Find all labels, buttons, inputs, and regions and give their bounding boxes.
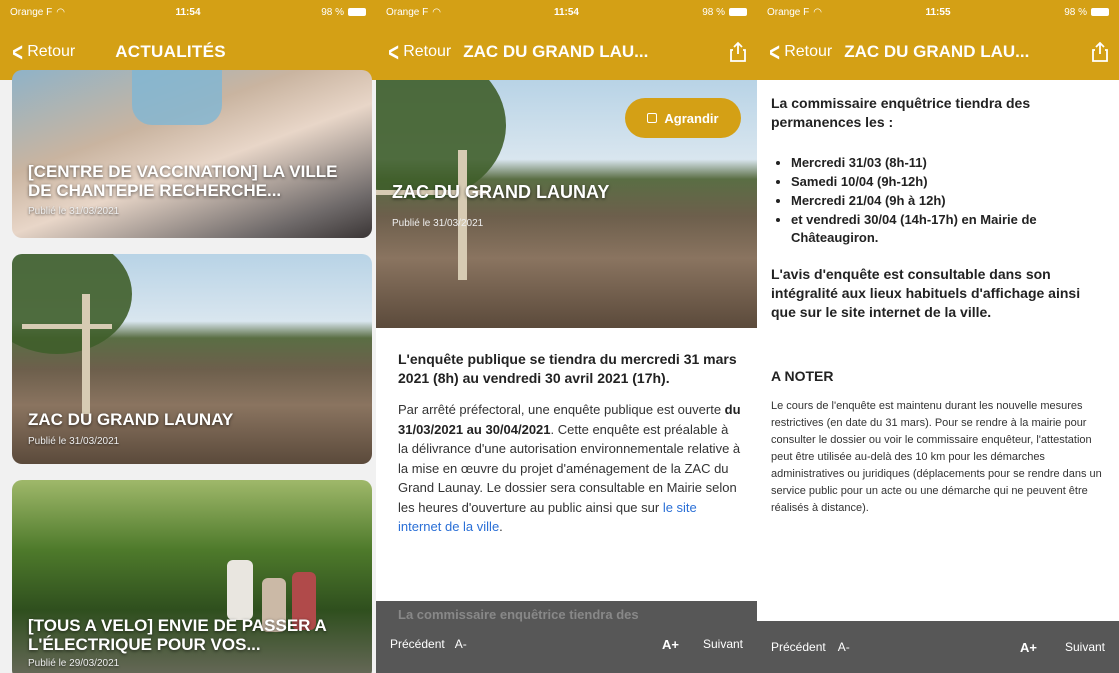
card-title: [TOUS A VELO] ENVIE DE PASSER A L'ÉLECTR… <box>28 616 327 654</box>
screen-article-continued: Orange F ◠ 11:55 98 % < Retour ZAC DU GRA… <box>757 0 1119 673</box>
nav-bar: < Retour ZAC DU GRAND LAU... <box>757 24 1119 80</box>
card-date: Publié le 29/03/2021 <box>28 658 120 669</box>
hero-title: ZAC DU GRAND LAUNAY <box>392 182 610 202</box>
next-button[interactable]: Suivant <box>703 637 743 651</box>
hero-date: Publié le 31/03/2021 <box>392 218 484 229</box>
news-feed[interactable]: [CENTRE DE VACCINATION] LA VILLE DE CHAN… <box>0 70 376 673</box>
status-bar: Orange F ◠ 11:55 98 % <box>757 0 1119 24</box>
expand-icon <box>647 113 658 123</box>
hero-image-detail <box>458 150 467 280</box>
paragraph-text: . <box>499 519 503 534</box>
chevron-left-icon: < <box>12 37 23 67</box>
page-title: ZAC DU GRAND LAU... <box>844 42 1030 61</box>
battery-icon <box>348 7 367 16</box>
news-card[interactable]: [TOUS A VELO] ENVIE DE PASSER A L'ÉLECTR… <box>12 480 372 673</box>
clock: 11:54 <box>175 6 201 18</box>
battery-label: 98 % <box>1064 6 1087 18</box>
enlarge-button[interactable]: Agrandir <box>625 98 741 138</box>
screen-news-list: Orange F ◠ 11:54 98 % < Retour ACTUALITÉS… <box>0 0 376 673</box>
font-increase-button[interactable]: A+ <box>1020 640 1037 655</box>
paragraph-text: Par arrêté préfectoral, une enquête publ… <box>398 402 725 417</box>
list-item: Mercredi 31/03 (8h-11) <box>791 154 1107 172</box>
note-heading: A NOTER <box>771 368 834 384</box>
screen-article-top: Orange F ◠ 11:54 98 % < Retour ZAC DU GRA… <box>376 0 757 673</box>
card-image-detail <box>227 560 253 620</box>
clock: 11:55 <box>925 6 951 18</box>
list-item: Samedi 10/04 (9h-12h) <box>791 173 1107 191</box>
wifi-icon: ◠ <box>432 6 441 18</box>
card-date: Publié le 31/03/2021 <box>28 206 120 217</box>
back-label: Retour <box>403 43 452 60</box>
card-image-detail <box>22 324 112 329</box>
share-icon[interactable] <box>1091 41 1109 63</box>
back-button[interactable]: < Retour <box>10 39 75 65</box>
notice-paragraph: L'avis d'enquête est consultable dans so… <box>771 266 1081 320</box>
list-item: Mercredi 21/04 (9h à 12h) <box>791 192 1107 210</box>
article-paragraph: Par arrêté préfectoral, une enquête publ… <box>398 400 741 537</box>
article-body: L'enquête publique se tiendra du mercred… <box>398 350 741 537</box>
permanences-intro: La commissaire enquêtrice tiendra des pe… <box>771 95 1031 130</box>
status-bar: Orange F ◠ 11:54 98 % <box>0 0 376 24</box>
back-label: Retour <box>784 43 833 60</box>
page-title: ZAC DU GRAND LAU... <box>463 42 649 61</box>
font-decrease-button[interactable]: A- <box>838 640 850 654</box>
note-paragraph: Le cours de l'enquête est maintenu duran… <box>771 400 1102 514</box>
card-date: Publié le 31/03/2021 <box>28 436 120 447</box>
battery-icon <box>1091 7 1109 16</box>
clock: 11:54 <box>553 6 579 18</box>
next-button[interactable]: Suivant <box>1065 640 1105 654</box>
reader-toolbar: La commissaire enquêtrice tiendra des Pr… <box>376 601 757 673</box>
article-lead: L'enquête publique se tiendra du mercred… <box>398 351 737 386</box>
article-body: La commissaire enquêtrice tiendra des pe… <box>771 94 1107 517</box>
card-title: ZAC DU GRAND LAUNAY <box>28 410 234 429</box>
permanences-list: Mercredi 31/03 (8h-11) Samedi 10/04 (9h-… <box>791 154 1107 247</box>
card-image-detail <box>132 70 222 125</box>
status-bar: Orange F ◠ 11:54 98 % <box>376 0 757 24</box>
carrier-label: Orange F <box>386 6 429 18</box>
reader-toolbar: Précédent A- A+ Suivant <box>757 621 1119 673</box>
card-image-detail <box>12 254 132 354</box>
chevron-left-icon: < <box>769 37 780 67</box>
previous-button[interactable]: Précédent <box>390 637 445 651</box>
news-card[interactable]: ZAC DU GRAND LAUNAY Publié le 31/03/2021 <box>12 254 372 464</box>
news-card[interactable]: [CENTRE DE VACCINATION] LA VILLE DE CHAN… <box>12 70 372 238</box>
back-button[interactable]: < Retour <box>767 39 832 65</box>
carrier-label: Orange F <box>10 6 53 18</box>
card-image-detail <box>82 294 90 414</box>
font-decrease-button[interactable]: A- <box>455 637 467 651</box>
enlarge-label: Agrandir <box>664 110 719 126</box>
battery-label: 98 % <box>321 6 345 18</box>
battery-icon <box>728 7 747 16</box>
page-title: ACTUALITÉS <box>115 42 226 61</box>
share-icon[interactable] <box>729 41 747 63</box>
nav-bar: < Retour ZAC DU GRAND LAU... <box>376 24 757 80</box>
back-button[interactable]: < Retour <box>386 39 451 65</box>
previous-button[interactable]: Précédent <box>771 640 826 654</box>
battery-label: 98 % <box>702 6 725 18</box>
font-increase-button[interactable]: A+ <box>662 637 679 652</box>
carrier-label: Orange F <box>767 6 810 18</box>
back-label: Retour <box>27 43 76 60</box>
list-item: et vendredi 30/04 (14h-17h) en Mairie de… <box>791 211 1107 247</box>
wifi-icon: ◠ <box>813 6 822 18</box>
scrolled-text-preview: La commissaire enquêtrice tiendra des <box>398 607 639 622</box>
chevron-left-icon: < <box>388 37 399 67</box>
wifi-icon: ◠ <box>56 6 65 18</box>
card-title: [CENTRE DE VACCINATION] LA VILLE DE CHAN… <box>28 162 338 200</box>
